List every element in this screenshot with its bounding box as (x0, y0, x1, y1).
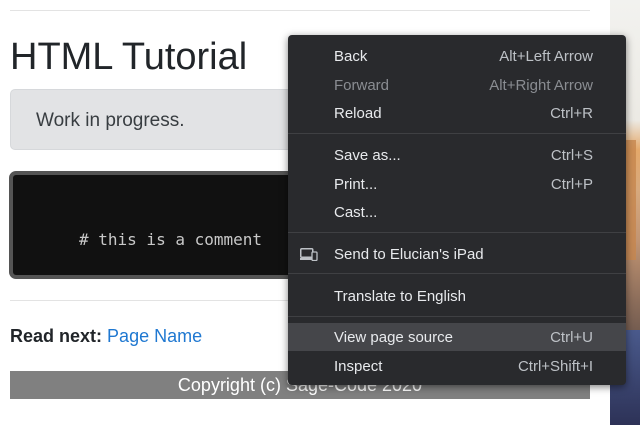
menu-item-shortcut: Alt+Left Arrow (499, 48, 593, 65)
alert-text: Work in progress. (36, 110, 185, 131)
read-next: Read next: Page Name (10, 326, 202, 347)
menu-item-reload[interactable]: Reload Ctrl+R (288, 99, 626, 127)
menu-item-view-page-source[interactable]: View page source Ctrl+U (288, 323, 626, 351)
menu-item-shortcut: Ctrl+R (550, 105, 593, 122)
devices-icon (300, 248, 318, 261)
menu-item-shortcut: Ctrl+U (550, 329, 593, 346)
menu-item-label: Reload (334, 105, 382, 122)
menu-item-print[interactable]: Print... Ctrl+P (288, 170, 626, 198)
context-menu: Back Alt+Left Arrow Forward Alt+Right Ar… (288, 35, 626, 385)
menu-item-label: Inspect (334, 358, 383, 375)
menu-item-label: Print... (334, 176, 378, 193)
menu-item-forward[interactable]: Forward Alt+Right Arrow (288, 71, 626, 99)
code-text: # this is a comment (79, 230, 263, 249)
menu-separator (288, 133, 626, 134)
menu-item-inspect[interactable]: Inspect Ctrl+Shift+I (288, 352, 626, 380)
menu-separator (288, 316, 626, 317)
menu-item-cast[interactable]: Cast... (288, 198, 626, 226)
menu-item-shortcut: Ctrl+Shift+I (517, 358, 593, 375)
menu-item-send-to-device[interactable]: Send to Elucian's iPad (288, 240, 626, 268)
page-title: HTML Tutorial (10, 36, 248, 78)
menu-item-shortcut: Ctrl+P (550, 176, 593, 193)
read-next-label: Read next: (10, 326, 103, 346)
menu-item-shortcut: Alt+Right Arrow (489, 77, 593, 94)
menu-item-save-as[interactable]: Save as... Ctrl+S (288, 141, 626, 169)
menu-item-label: Translate to English (334, 288, 467, 305)
menu-item-label: View page source (334, 329, 453, 346)
menu-item-label: Save as... (334, 147, 401, 164)
menu-item-label: Cast... (334, 204, 378, 221)
read-next-link[interactable]: Page Name (107, 326, 202, 346)
status-alert: Work in progress. (10, 89, 295, 150)
menu-item-label: Back (334, 48, 368, 65)
menu-item-back[interactable]: Back Alt+Left Arrow (288, 42, 626, 70)
menu-item-shortcut: Ctrl+S (550, 147, 593, 164)
menu-separator (288, 273, 626, 274)
menu-item-label: Forward (334, 77, 390, 94)
menu-separator (288, 232, 626, 233)
top-divider (10, 10, 590, 11)
code-block: # this is a comment (9, 171, 299, 279)
menu-item-translate[interactable]: Translate to English (288, 282, 626, 310)
menu-item-label: Send to Elucian's iPad (334, 246, 484, 263)
